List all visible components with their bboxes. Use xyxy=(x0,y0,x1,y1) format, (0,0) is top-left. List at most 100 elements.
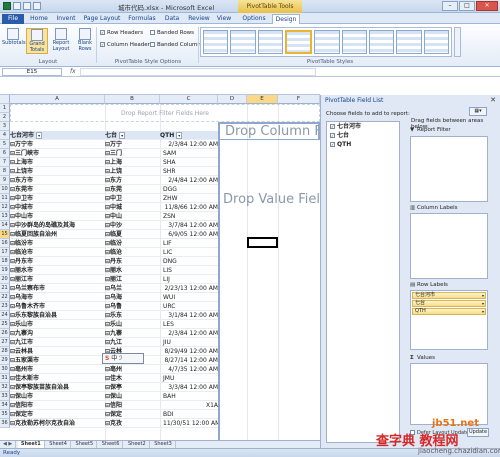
report-filter-area[interactable] xyxy=(410,136,488,202)
column-headers-checkbox[interactable]: ✓ xyxy=(100,42,105,47)
fx-icon[interactable]: fx xyxy=(70,68,76,75)
pivot-row-label-city[interactable]: ⊟乐山市 xyxy=(10,320,105,329)
pivot-row-label-city[interactable]: ⊟中城市 xyxy=(10,203,105,212)
pivot-row-label-code[interactable]: JMU xyxy=(160,374,218,383)
pivot-row-label-code[interactable]: SHR xyxy=(160,167,218,176)
row-header[interactable]: 31 xyxy=(0,374,10,383)
row-header[interactable]: 16 xyxy=(0,239,10,248)
pivot-row-label-code[interactable]: ZHW xyxy=(160,194,218,203)
style-thumbnail[interactable] xyxy=(257,30,283,54)
pivot-row-label-code[interactable]: 3/7/84 12:00 AM xyxy=(160,221,218,230)
field-checkbox[interactable]: ✓ xyxy=(330,124,335,129)
row-header[interactable]: 27 xyxy=(0,338,10,347)
drop-value-fields-zone[interactable]: Drop Value Fields Here xyxy=(218,140,320,440)
column-header-f[interactable]: F xyxy=(278,95,320,104)
pivot-row-label-city[interactable]: ⊟东方市 xyxy=(10,176,105,185)
pivot-row-label-city[interactable]: ⊟乌鲁木齐市 xyxy=(10,302,105,311)
banded-rows-option[interactable]: Banded Rows xyxy=(150,29,194,37)
pivot-row-label-city[interactable]: ⊟克孜勒苏柯尔克孜自治 xyxy=(10,419,105,428)
pivot-row-label-code[interactable]: 4/7/35 12:00 AM xyxy=(160,365,218,374)
pivot-row-label-short[interactable]: ⊟乐山 xyxy=(105,320,160,329)
dropdown-icon[interactable]: ▾ xyxy=(482,293,484,298)
pivot-row-label-short[interactable]: ⊟上海 xyxy=(105,158,160,167)
pivot-row-label-short[interactable]: ⊟东莞 xyxy=(105,185,160,194)
pivot-row-label-city[interactable]: ⊟乐东黎族自治县 xyxy=(10,311,105,320)
pivot-row-label-code[interactable]: DGG xyxy=(160,185,218,194)
tab-design[interactable]: Design xyxy=(272,14,300,24)
pivot-row-label-code[interactable]: URC xyxy=(160,302,218,311)
pivot-row-label-code[interactable]: LIS xyxy=(160,266,218,275)
pivot-row-label-city[interactable]: ⊟佳木斯市 xyxy=(10,374,105,383)
report-layout-button[interactable]: Report Layout xyxy=(50,28,72,54)
tab-home[interactable]: Home xyxy=(28,14,50,24)
pivot-row-label-code[interactable]: 2/4/84 12:00 AM xyxy=(160,176,218,185)
pivot-row-label-code[interactable]: 3/3/84 12:00 AM xyxy=(160,383,218,392)
row-label-item[interactable]: 七台河市 ▾ xyxy=(412,292,486,299)
row-header[interactable]: 12 xyxy=(0,203,10,212)
style-thumbnail-selected[interactable] xyxy=(284,30,313,54)
column-headers-option[interactable]: ✓ Column Headers xyxy=(100,41,153,49)
pivot-row-label-code[interactable]: 8/29/49 12:00 AM xyxy=(160,347,218,356)
pivot-row-label-code[interactable]: 11/30/51 12:00 AM xyxy=(160,419,218,428)
row-header[interactable]: 15 xyxy=(0,230,10,239)
field-item-1[interactable]: ✓ 七台河市 xyxy=(327,122,399,131)
pivot-row-label-short[interactable]: ⊟乌鲁 xyxy=(105,302,160,311)
banded-columns-option[interactable]: Banded Columns xyxy=(150,41,204,49)
pivot-row-label-code[interactable]: DNG xyxy=(160,257,218,266)
pivot-row-label-city[interactable]: ⊟丽江市 xyxy=(10,275,105,284)
dropdown-icon[interactable]: ▾ xyxy=(482,301,484,306)
row-label-item[interactable]: QTH ▾ xyxy=(412,308,486,315)
values-area[interactable] xyxy=(410,363,488,425)
column-header-a[interactable]: A xyxy=(10,95,105,104)
pivot-row-label-city[interactable]: ⊟上海市 xyxy=(10,158,105,167)
row-headers-checkbox[interactable]: ✓ xyxy=(100,30,105,35)
select-all-corner[interactable] xyxy=(0,95,10,104)
row-header[interactable]: 10 xyxy=(0,185,10,194)
maximize-button[interactable]: □ xyxy=(459,1,475,11)
row-headers-option[interactable]: ✓ Row Headers xyxy=(100,29,143,37)
update-button[interactable]: Update xyxy=(467,428,489,437)
column-header-b[interactable]: B xyxy=(105,95,160,104)
ime-mode[interactable]: 中 xyxy=(111,355,117,362)
pivot-row-label-short[interactable]: ⊟保山 xyxy=(105,392,160,401)
tab-file[interactable]: File xyxy=(2,14,24,24)
row-header[interactable]: 8 xyxy=(0,167,10,176)
pivot-row-label-code[interactable]: 2/3/84 12:00 AM xyxy=(160,140,218,149)
pivot-row-label-city[interactable]: ⊟中卫市 xyxy=(10,194,105,203)
pivot-row-label-short[interactable]: ⊟丹东 xyxy=(105,257,160,266)
column-header-c[interactable]: C xyxy=(160,95,218,104)
pivot-row-label-city[interactable]: ⊟临沧市 xyxy=(10,248,105,257)
row-header[interactable]: 34 xyxy=(0,401,10,410)
pivot-row-label-city[interactable]: ⊟三门峡市 xyxy=(10,149,105,158)
field-checkbox[interactable]: ✓ xyxy=(330,142,335,147)
pivot-row-label-code[interactable]: BDI xyxy=(160,410,218,419)
active-cell-e15[interactable] xyxy=(247,237,278,248)
row-header[interactable]: 22 xyxy=(0,293,10,302)
undo-icon[interactable] xyxy=(23,2,31,10)
excel-app-icon[interactable] xyxy=(3,2,11,10)
pivot-row-label-short[interactable]: ⊟乌兰 xyxy=(105,284,160,293)
worksheet-grid[interactable]: A B C D E F 1 2 3 4 5 6 7 8 9 10 11 12 13 14 15 16 17 18 1… xyxy=(0,95,320,440)
pivot-header-field-1[interactable]: 七台河市 ▾ xyxy=(10,131,105,140)
pivot-row-label-city[interactable]: ⊟九寨沟 xyxy=(10,329,105,338)
pivot-row-label-city[interactable]: ⊟保山市 xyxy=(10,392,105,401)
pivot-row-label-city[interactable]: ⊟东莞市 xyxy=(10,185,105,194)
redo-icon[interactable] xyxy=(33,2,41,10)
dropdown-icon[interactable]: ▾ xyxy=(119,132,126,139)
column-header-e[interactable]: E xyxy=(247,95,278,104)
row-header[interactable]: 5 xyxy=(0,140,10,149)
blank-rows-button[interactable]: Blank Rows xyxy=(74,28,96,54)
pivot-row-label-city[interactable]: ⊟五家渠市 xyxy=(10,356,105,365)
row-header[interactable]: 4 xyxy=(0,131,10,140)
pivot-row-label-code[interactable]: WUI xyxy=(160,293,218,302)
pivot-row-label-short[interactable]: ⊟乐东 xyxy=(105,311,160,320)
pivot-row-label-city[interactable]: ⊟保定市 xyxy=(10,410,105,419)
dropdown-icon[interactable]: ▾ xyxy=(176,132,183,139)
row-header[interactable]: 6 xyxy=(0,149,10,158)
style-thumbnail[interactable] xyxy=(396,30,422,54)
pivot-row-label-short[interactable]: ⊟九寨 xyxy=(105,329,160,338)
pivot-row-label-code[interactable]: LES xyxy=(160,320,218,329)
row-header[interactable]: 36 xyxy=(0,419,10,428)
tab-view[interactable]: View xyxy=(214,14,234,24)
row-header[interactable]: 33 xyxy=(0,392,10,401)
